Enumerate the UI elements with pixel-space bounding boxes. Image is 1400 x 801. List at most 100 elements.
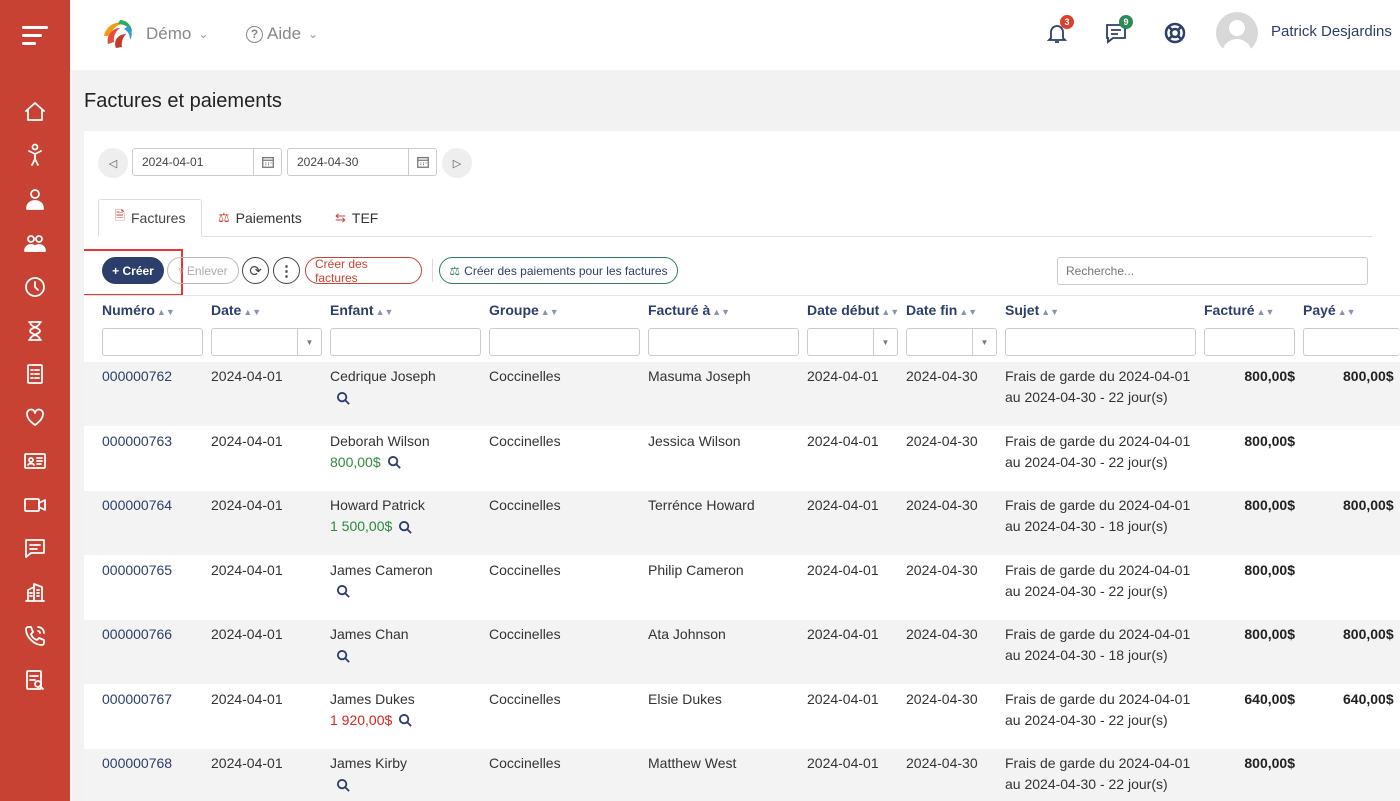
- home-icon[interactable]: [20, 97, 50, 127]
- messages-button[interactable]: 9: [1101, 15, 1133, 48]
- filter-facture-a[interactable]: [648, 328, 799, 356]
- calendar-icon[interactable]: [408, 149, 436, 175]
- col-date-fin[interactable]: Date fin ▲▼: [906, 302, 977, 318]
- filter-sujet[interactable]: [1005, 328, 1196, 356]
- refresh-icon[interactable]: ⟳: [242, 257, 269, 284]
- invoice-date: 2024-04-01: [211, 755, 283, 771]
- col-facture[interactable]: Facturé ▲▼: [1204, 302, 1274, 318]
- filter-numero[interactable]: [102, 328, 203, 356]
- lifebuoy-icon: [1164, 22, 1186, 44]
- col-enfant[interactable]: Enfant ▲▼: [330, 302, 393, 318]
- child-icon[interactable]: [20, 140, 50, 170]
- col-paye[interactable]: Payé ▲▼: [1303, 302, 1356, 318]
- start-date-input[interactable]: 2024-04-01: [132, 148, 282, 176]
- invoice-number-link[interactable]: 000000766: [102, 624, 172, 645]
- search-icon[interactable]: [336, 778, 351, 793]
- child-name: Howard Patrick: [330, 497, 425, 513]
- col-facture-a[interactable]: Facturé à ▲▼: [648, 302, 730, 318]
- previous-period-button[interactable]: ◁: [98, 148, 128, 178]
- table-row[interactable]: 000000764 2024-04-01 Howard Patrick 1 500,0…: [84, 491, 1400, 555]
- notifications-button[interactable]: 3: [1042, 15, 1074, 48]
- group-name: Coccinelles: [489, 432, 561, 449]
- create-payments-button[interactable]: ⚖ Créer des paiements pour les factures: [439, 257, 678, 284]
- col-groupe[interactable]: Groupe ▲▼: [489, 302, 559, 318]
- col-date-debut[interactable]: Date début ▲▼: [807, 302, 899, 318]
- invoice-number-link[interactable]: 000000764: [102, 495, 172, 516]
- hourglass-icon[interactable]: [20, 316, 50, 346]
- invoice-list-icon[interactable]: [20, 359, 50, 389]
- start-date: 2024-04-01: [807, 432, 879, 449]
- filter-groupe[interactable]: [489, 328, 640, 356]
- chat-icon[interactable]: [20, 533, 50, 563]
- billed-amount: 800,00$: [1244, 432, 1295, 449]
- next-period-button[interactable]: ▷: [442, 148, 472, 178]
- video-icon[interactable]: [20, 490, 50, 520]
- phone-icon[interactable]: [20, 621, 50, 651]
- table-row[interactable]: 000000763 2024-04-01 Deborah Wilson 800,00$…: [84, 427, 1400, 491]
- subject-line-2: au 2024-04-30 - 18 jour(s): [1005, 518, 1168, 534]
- filter-row: ▼ ▼ ▼: [84, 328, 1400, 358]
- remove-button[interactable]: ▿ Enlever: [167, 257, 239, 284]
- filter-paye[interactable]: [1303, 328, 1400, 356]
- tab-tef-label: TEF: [351, 210, 379, 226]
- end-date: 2024-04-30: [906, 432, 978, 449]
- create-invoices-button[interactable]: Créer des factures: [305, 257, 422, 285]
- chevron-down-icon[interactable]: ▼: [972, 329, 996, 355]
- invoice-number-link[interactable]: 000000763: [102, 431, 172, 452]
- company-menu[interactable]: Démo ⌄: [146, 24, 208, 44]
- subject-line-2: au 2024-04-30 - 22 jour(s): [1005, 453, 1168, 470]
- chevron-down-icon[interactable]: ▼: [873, 329, 897, 355]
- tab-paiements[interactable]: ⚖ Paiements: [218, 199, 302, 237]
- search-icon[interactable]: [387, 455, 402, 470]
- table-row[interactable]: 000000766 2024-04-01 James Chan Coccinelles…: [84, 620, 1400, 684]
- table-row[interactable]: 000000768 2024-04-01 James Kirby Coccinelle…: [84, 749, 1400, 801]
- invoice-number-link[interactable]: 000000768: [102, 753, 172, 774]
- table-row[interactable]: 000000762 2024-04-01 Cedrique Joseph Coccin…: [84, 362, 1400, 426]
- col-date[interactable]: Date ▲▼: [211, 302, 261, 318]
- id-card-icon[interactable]: [20, 446, 50, 476]
- filter-facture[interactable]: [1204, 328, 1295, 356]
- invoice-number-link[interactable]: 000000765: [102, 560, 172, 581]
- menu-toggle-icon[interactable]: [22, 26, 48, 46]
- child-name: James Chan: [330, 626, 409, 642]
- clock-icon[interactable]: [20, 272, 50, 302]
- more-options-icon[interactable]: ⋮: [273, 257, 300, 284]
- heart-icon[interactable]: [20, 402, 50, 432]
- chevron-down-icon[interactable]: ▼: [297, 329, 321, 355]
- search-icon[interactable]: [398, 520, 413, 535]
- tab-tef[interactable]: ⇆ TEF: [335, 199, 378, 237]
- filter-date[interactable]: ▼: [211, 328, 322, 356]
- building-icon[interactable]: [20, 577, 50, 607]
- filter-date-fin[interactable]: ▼: [906, 328, 997, 356]
- calendar-icon[interactable]: [253, 149, 281, 175]
- parents-icon[interactable]: [20, 228, 50, 258]
- report-icon[interactable]: [20, 665, 50, 695]
- tab-factures[interactable]: 🗎 Factures: [98, 199, 202, 237]
- filter-date-debut[interactable]: ▼: [807, 328, 898, 356]
- company-logo[interactable]: [98, 14, 138, 54]
- table-row[interactable]: 000000767 2024-04-01 James Dukes 1 920,00$ C…: [84, 685, 1400, 749]
- invoice-number-link[interactable]: 000000767: [102, 689, 172, 710]
- end-date-input[interactable]: 2024-04-30: [287, 148, 437, 176]
- username[interactable]: Patrick Desjardins: [1271, 23, 1392, 40]
- search-icon[interactable]: [398, 713, 413, 728]
- invoice-number-link[interactable]: 000000762: [102, 366, 172, 387]
- search-input[interactable]: Recherche...: [1057, 257, 1368, 285]
- search-icon[interactable]: [336, 584, 351, 599]
- staff-icon[interactable]: [20, 184, 50, 214]
- col-sujet[interactable]: Sujet ▲▼: [1005, 302, 1059, 318]
- remove-button-label: Enlever: [186, 263, 228, 278]
- create-button[interactable]: + Créer: [102, 257, 164, 284]
- help-menu[interactable]: ? Aide ⌄: [246, 24, 318, 44]
- search-icon[interactable]: [336, 649, 351, 664]
- filter-enfant[interactable]: [330, 328, 481, 356]
- col-numero[interactable]: Numéro ▲▼: [102, 302, 175, 318]
- support-button[interactable]: [1160, 18, 1190, 48]
- sidebar: [0, 0, 70, 801]
- table-row[interactable]: 000000765 2024-04-01 James Cameron Coccinel…: [84, 556, 1400, 620]
- child-name: James Kirby: [330, 755, 408, 771]
- avatar[interactable]: [1216, 12, 1258, 54]
- subject-line-1: Frais de garde du 2024-04-01: [1005, 755, 1191, 771]
- billed-amount: 800,00$: [1244, 626, 1295, 642]
- search-icon[interactable]: [336, 391, 351, 406]
